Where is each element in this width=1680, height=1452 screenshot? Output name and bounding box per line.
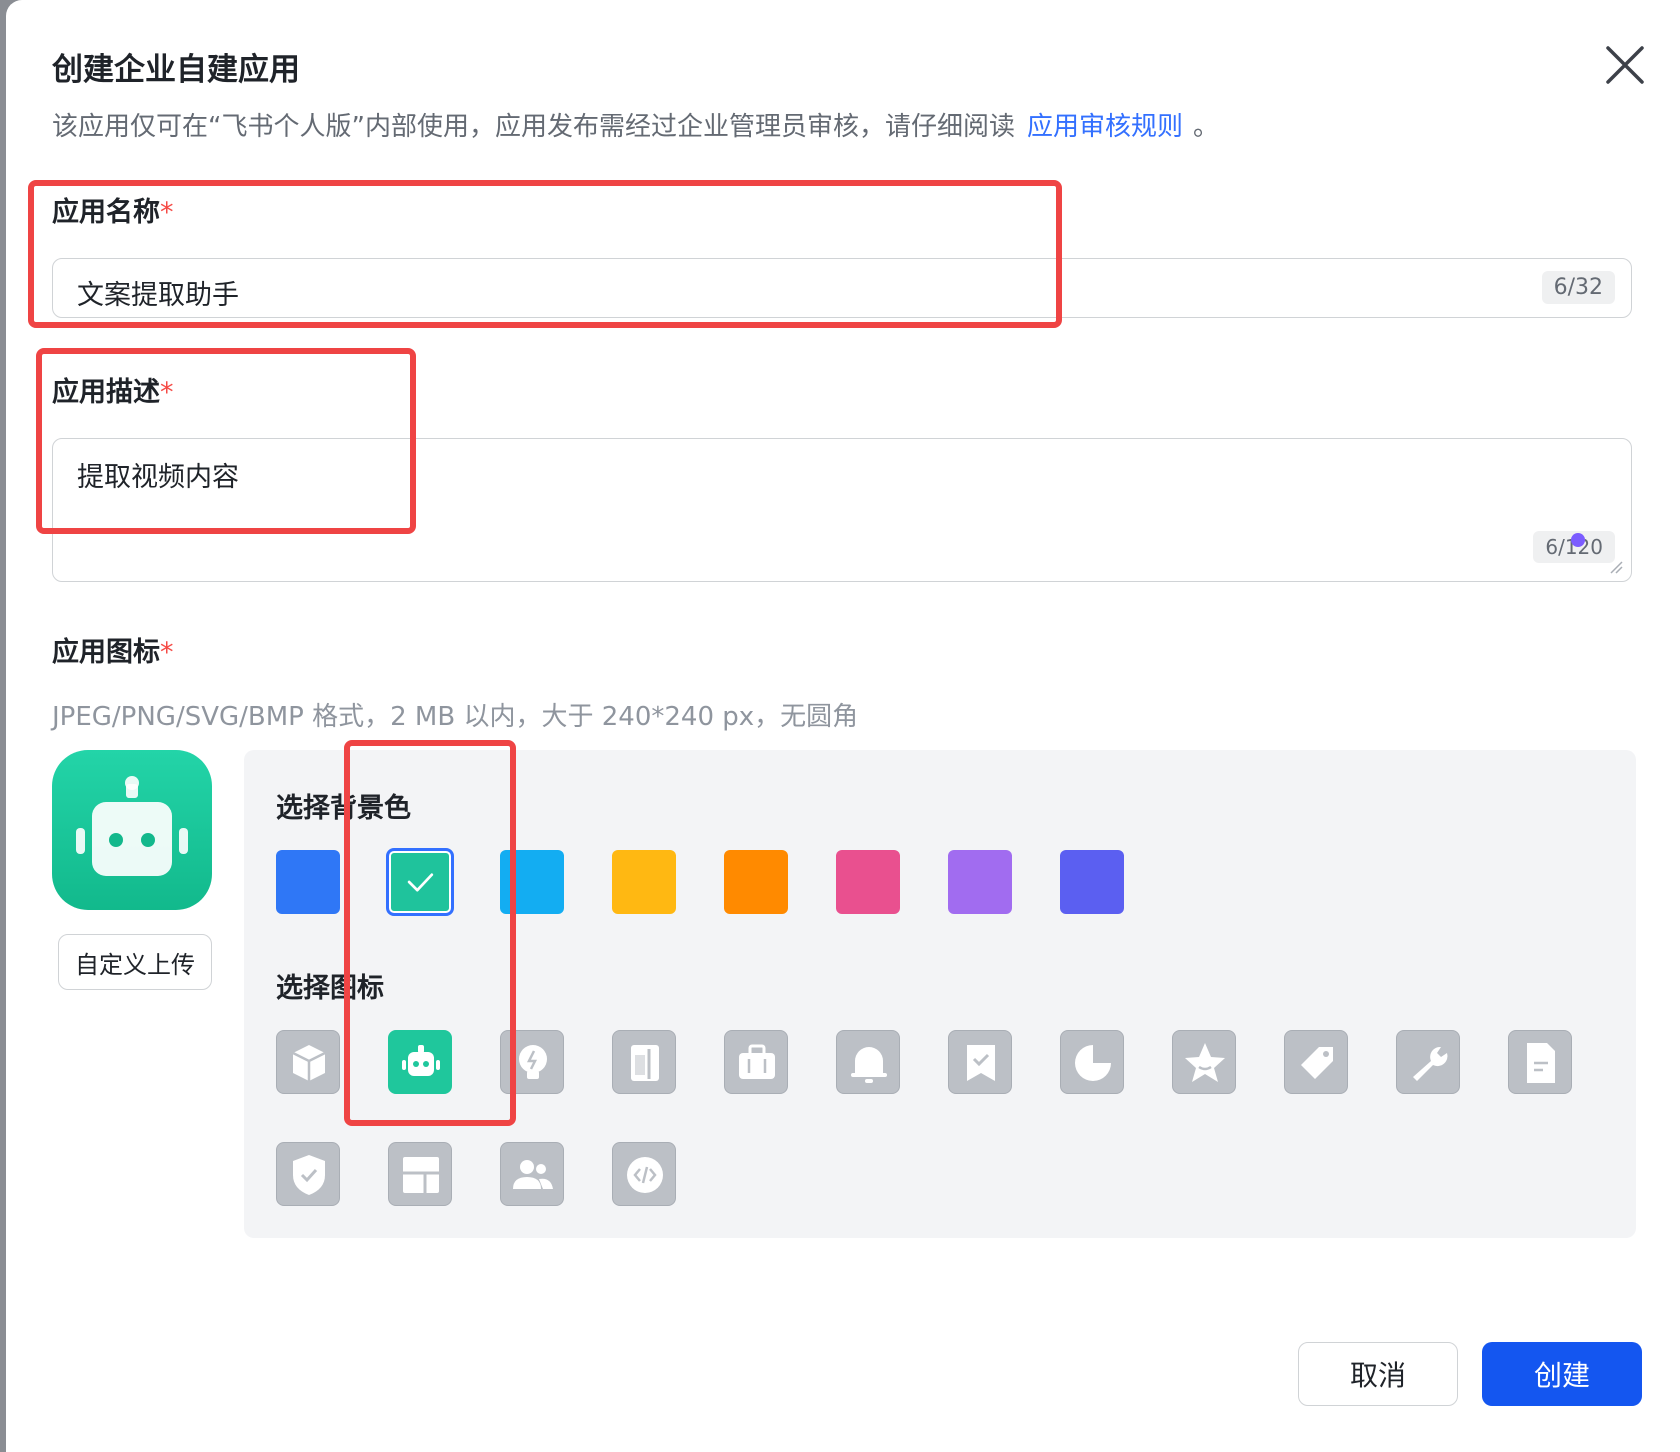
bookmark-icon: [967, 1045, 995, 1081]
app-icon-hint: JPEG/PNG/SVG/BMP 格式，2 MB 以内，大于 240*240 p…: [52, 702, 859, 732]
icon-option-robot[interactable]: [388, 1030, 452, 1094]
icon-select-title: 选择图标: [276, 973, 384, 1004]
cube-icon: [292, 1045, 326, 1081]
app-icon-label: 应用图标*: [52, 630, 174, 669]
required-mark: *: [160, 637, 174, 668]
close-icon[interactable]: [1600, 40, 1650, 90]
tag-icon: [1301, 1047, 1333, 1079]
briefcase-icon: [739, 1044, 775, 1079]
bell-icon: [851, 1047, 887, 1083]
app-icon-preview: [52, 750, 212, 910]
check-icon: [407, 873, 434, 892]
book-icon: [631, 1045, 659, 1081]
background-swatch[interactable]: [276, 850, 340, 914]
wrench-icon: [1413, 1046, 1448, 1081]
required-mark: *: [160, 197, 174, 228]
dialog-intro: 该应用仅可在“飞书个人版”内部使用，应用发布需经过企业管理员审核，请仔细阅读 应用…: [52, 106, 1219, 143]
icon-option-bell[interactable]: [836, 1030, 900, 1094]
resize-grip-icon[interactable]: [1609, 559, 1623, 574]
app-icon-label-text: 应用图标: [52, 637, 160, 668]
cancel-button[interactable]: 取消: [1298, 1342, 1458, 1406]
icon-option-briefcase[interactable]: [724, 1030, 788, 1094]
pie-chart-icon: [1075, 1045, 1111, 1081]
dialog-title: 创建企业自建应用: [52, 52, 300, 88]
background-swatch[interactable]: [724, 850, 788, 914]
robot-icon: [402, 1045, 440, 1076]
icon-option-shield[interactable]: [276, 1142, 340, 1206]
icon-option-book[interactable]: [612, 1030, 676, 1094]
create-button[interactable]: 创建: [1482, 1342, 1642, 1406]
app-description-textarea[interactable]: 提取视频内容 6/120: [52, 438, 1632, 582]
icon-option-tag[interactable]: [1284, 1030, 1348, 1094]
app-name-label-text: 应用名称: [52, 197, 160, 228]
app-description-label: 应用描述*: [52, 370, 174, 409]
icon-option-users[interactable]: [500, 1142, 564, 1206]
background-color-title: 选择背景色: [276, 793, 411, 824]
icon-option-bookmark[interactable]: [948, 1030, 1012, 1094]
icon-picker-panel: 选择背景色 选择图标: [244, 750, 1636, 1238]
app-description-value: 提取视频内容: [77, 462, 239, 493]
background-swatch[interactable]: [612, 850, 676, 914]
icon-option-cube[interactable]: [276, 1030, 340, 1094]
shield-icon: [293, 1155, 325, 1195]
icon-option-star[interactable]: [1172, 1030, 1236, 1094]
background-swatch[interactable]: [500, 850, 564, 914]
icon-option-layout[interactable]: [388, 1142, 452, 1206]
star-icon: [1185, 1043, 1225, 1082]
background-swatch[interactable]: [836, 850, 900, 914]
background-swatch[interactable]: [386, 848, 454, 916]
intro-text: 该应用仅可在“飞书个人版”内部使用，应用发布需经过企业管理员审核，请仔细阅读: [52, 112, 1015, 142]
create-app-dialog: 创建企业自建应用 该应用仅可在“飞书个人版”内部使用，应用发布需经过企业管理员审…: [6, 0, 1680, 1452]
icon-option-code[interactable]: [612, 1142, 676, 1206]
icon-option-document[interactable]: [1508, 1030, 1572, 1094]
app-name-value: 文案提取助手: [77, 280, 239, 311]
code-icon: [627, 1157, 663, 1193]
app-name-counter: 6/32: [1541, 271, 1615, 304]
layout-icon: [403, 1157, 439, 1193]
document-icon: [1527, 1043, 1555, 1083]
background-swatch[interactable]: [1060, 850, 1124, 914]
background-swatch[interactable]: [948, 850, 1012, 914]
robot-icon: [76, 776, 188, 876]
lightbulb-icon: [519, 1045, 547, 1079]
app-description-label-text: 应用描述: [52, 377, 160, 408]
app-name-label: 应用名称*: [52, 190, 174, 229]
cursor-dot: [1571, 533, 1585, 547]
icon-option-lightbulb[interactable]: [500, 1030, 564, 1094]
custom-upload-button[interactable]: 自定义上传: [58, 934, 212, 990]
users-icon: [513, 1160, 553, 1189]
required-mark: *: [160, 377, 174, 408]
icon-option-pie-chart[interactable]: [1060, 1030, 1124, 1094]
icon-option-wrench[interactable]: [1396, 1030, 1460, 1094]
intro-period: 。: [1192, 112, 1219, 142]
app-name-input[interactable]: 文案提取助手 6/32: [52, 258, 1632, 318]
review-rules-link[interactable]: 应用审核规则: [1027, 112, 1183, 142]
